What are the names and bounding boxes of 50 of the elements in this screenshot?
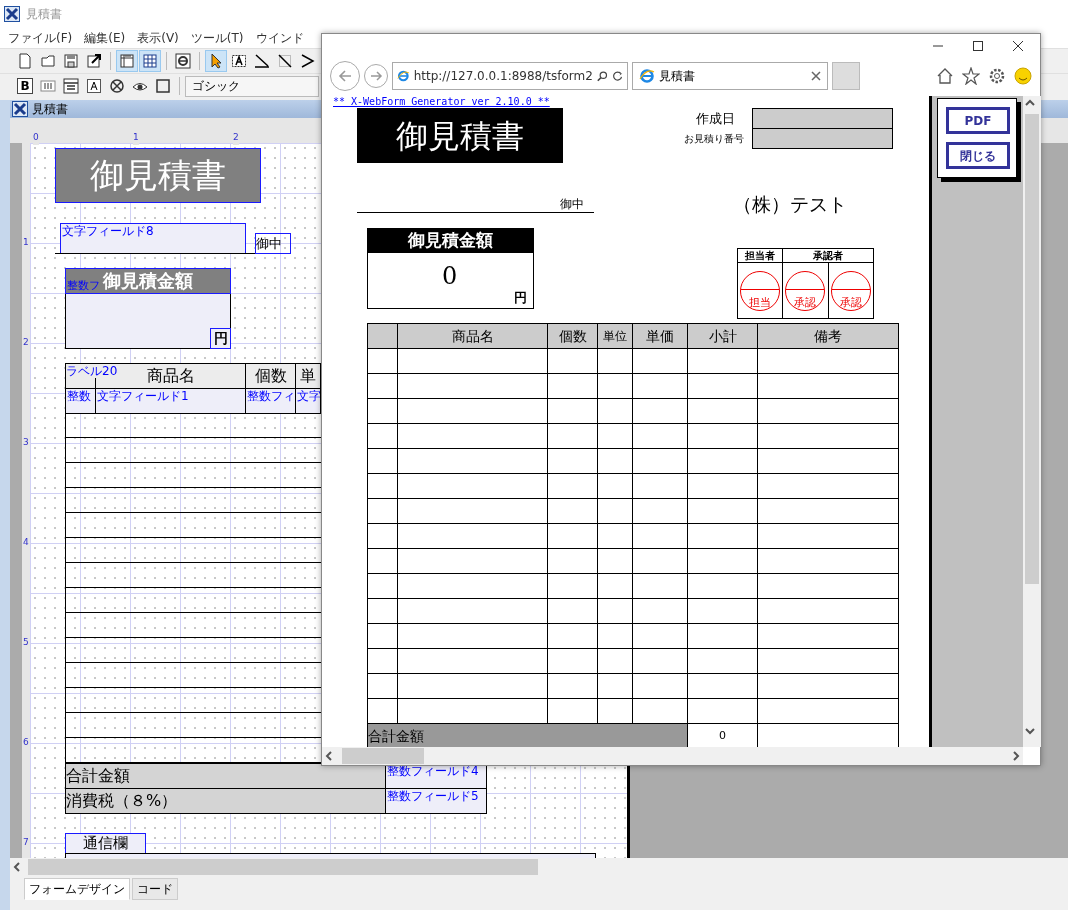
integer-field: 整数フ bbox=[67, 280, 100, 292]
menu-item[interactable]: ツール(T) bbox=[184, 28, 250, 48]
unit-label: 円 bbox=[514, 289, 527, 307]
ruler-number: 1 bbox=[133, 131, 139, 145]
ruler-number: 0 bbox=[33, 131, 39, 145]
field-label: 作成日 bbox=[696, 110, 735, 128]
total-label: 消費税（８%） bbox=[65, 788, 386, 814]
browser-tab[interactable]: 見積書 bbox=[632, 62, 828, 90]
column-header: 個数 bbox=[245, 363, 296, 389]
app-title: 見積書 bbox=[26, 6, 62, 23]
form-title: 御見積書 bbox=[55, 148, 261, 203]
total-label: 合計金額 bbox=[65, 763, 386, 789]
form-title: 御見積書 bbox=[357, 108, 563, 163]
addressee-suffix: 御中 bbox=[560, 196, 584, 213]
ruler-number: 2 bbox=[233, 131, 239, 145]
menu-item[interactable]: ファイル(F) bbox=[2, 28, 79, 48]
column-header: 単位 bbox=[597, 323, 633, 349]
tab[interactable]: フォームデザイン bbox=[24, 878, 130, 900]
integer-field: 整数フィ bbox=[245, 388, 296, 414]
label: 御中 bbox=[255, 233, 291, 254]
column-header: 単 bbox=[295, 363, 321, 389]
table-cell: 担当者 bbox=[737, 248, 783, 263]
column-header: 商品名 bbox=[397, 323, 548, 349]
label: ラベル20 bbox=[66, 364, 118, 378]
form-button[interactable]: PDF bbox=[946, 107, 1010, 134]
amount-value: 0 bbox=[442, 261, 458, 292]
column-header: 個数 bbox=[547, 323, 598, 349]
menu-item[interactable]: 編集(E) bbox=[78, 28, 132, 48]
table-cell: 承認者 bbox=[782, 248, 874, 263]
column-header: 小計 bbox=[687, 323, 758, 349]
company-name: （株）テスト bbox=[733, 192, 847, 217]
version-label: ** X-WebForm Generator ver 2.10.0 ** bbox=[333, 96, 550, 107]
integer-field: 文字 bbox=[295, 388, 321, 414]
window-title: 見積書 bbox=[32, 101, 68, 118]
memo-label: 通信欄 bbox=[65, 833, 146, 854]
integer-field: 整数フィールド5 bbox=[385, 788, 487, 814]
form-button[interactable]: 閉じる bbox=[946, 142, 1010, 169]
column-header: 備考 bbox=[757, 323, 899, 349]
unit-label: 円 bbox=[210, 328, 231, 349]
field-label: お見積り番号 bbox=[684, 132, 744, 146]
menu-item[interactable]: ウインド bbox=[249, 28, 310, 48]
bold-button[interactable]: B bbox=[17, 78, 33, 94]
total-label: 合計金額 bbox=[367, 723, 688, 747]
amount-label: 御見積金額 bbox=[367, 228, 534, 253]
column-header: 単価 bbox=[632, 323, 688, 349]
integer-field: 整数 bbox=[65, 388, 96, 414]
address-bar[interactable]: http://127.0.0.1:8988/tsform2 bbox=[392, 62, 628, 90]
menu-item[interactable]: 表示(V) bbox=[131, 28, 185, 48]
tab[interactable]: コード bbox=[132, 878, 178, 900]
font-select[interactable]: ゴシック bbox=[185, 75, 319, 97]
